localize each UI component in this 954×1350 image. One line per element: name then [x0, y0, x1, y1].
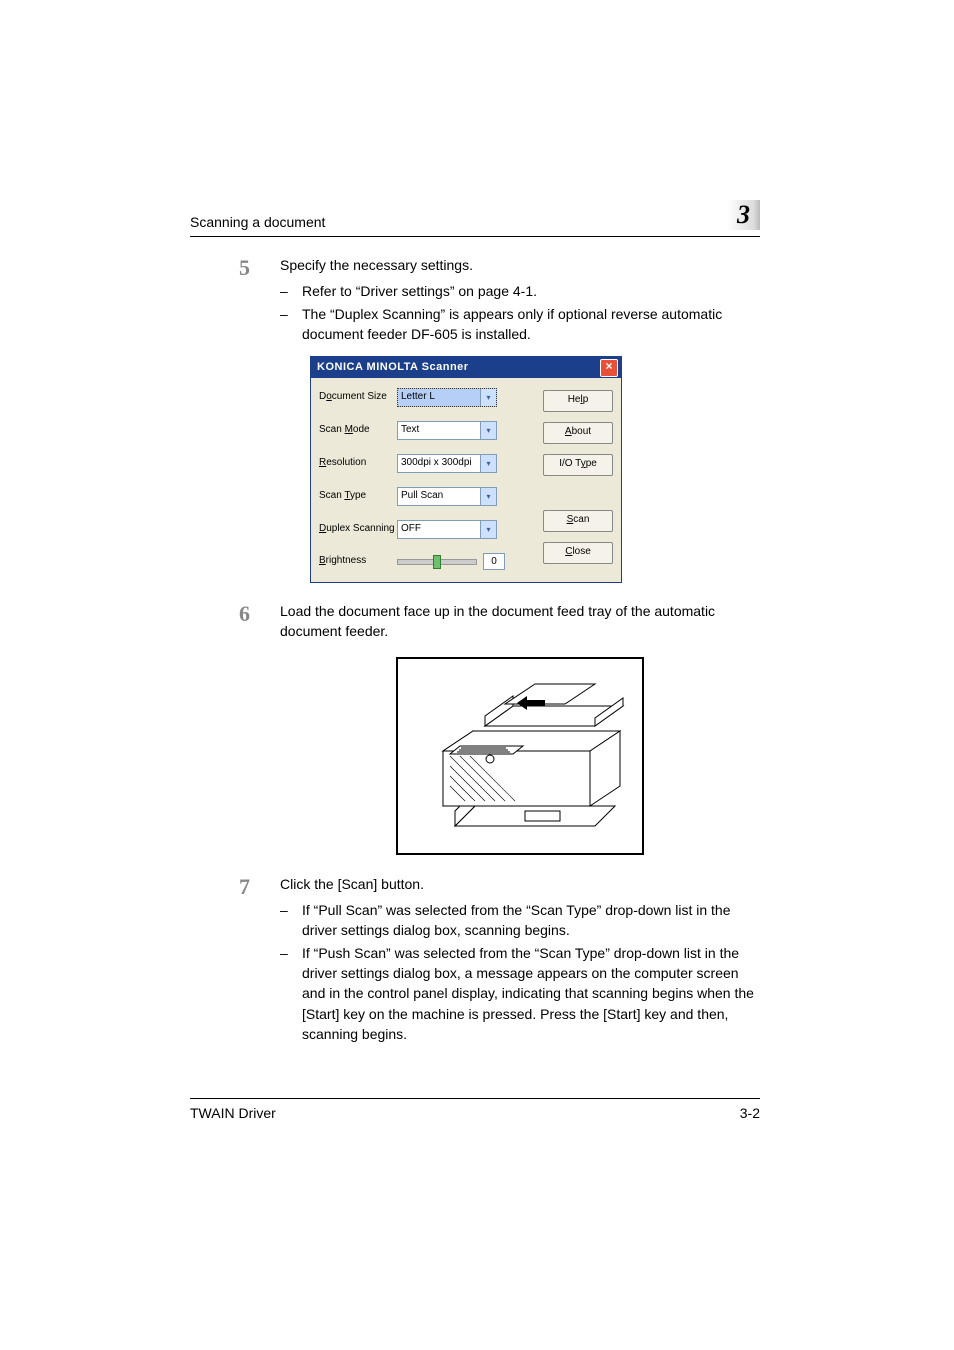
close-button[interactable]: Close — [543, 542, 613, 564]
chevron-down-icon: ▾ — [480, 422, 496, 439]
label-brightness: Brightness — [319, 554, 397, 569]
step7-bullet-2: If “Push Scan” was selected from the “Sc… — [302, 943, 760, 1044]
step6-lead: Load the document face up in the documen… — [280, 601, 760, 642]
label-scan-type: Scan Type — [319, 489, 397, 504]
footer-left: TWAIN Driver — [190, 1105, 276, 1121]
step-number-6: 6 — [190, 601, 280, 856]
chevron-down-icon: ▾ — [480, 488, 496, 505]
document-size-select[interactable]: Letter L ▾ — [397, 388, 497, 407]
step-number-7: 7 — [190, 874, 280, 1046]
duplex-scanning-select[interactable]: OFF ▾ — [397, 520, 497, 539]
label-resolution: Resolution — [319, 456, 397, 471]
step7-bullet-1: If “Pull Scan” was selected from the “Sc… — [302, 900, 760, 941]
close-icon[interactable]: × — [600, 359, 618, 377]
header-section: Scanning a document — [190, 214, 325, 230]
scan-type-select[interactable]: Pull Scan ▾ — [397, 487, 497, 506]
chevron-down-icon: ▾ — [480, 521, 496, 538]
help-button[interactable]: Help — [543, 390, 613, 412]
step5-lead: Specify the necessary settings. — [280, 255, 760, 275]
chevron-down-icon: ▾ — [480, 389, 496, 406]
step7-lead: Click the [Scan] button. — [280, 874, 760, 894]
scan-mode-select[interactable]: Text ▾ — [397, 421, 497, 440]
footer-right: 3-2 — [740, 1105, 760, 1121]
scanner-illustration — [395, 656, 645, 856]
dialog-titlebar: KONICA MINOLTA Scanner × — [311, 357, 621, 378]
resolution-select[interactable]: 300dpi x 300dpi ▾ — [397, 454, 497, 473]
step-number-5: 5 — [190, 255, 280, 583]
slider-thumb[interactable] — [433, 555, 441, 569]
chapter-number: 3 — [727, 200, 760, 230]
brightness-value[interactable]: 0 — [483, 553, 505, 570]
io-type-button[interactable]: I/O Type — [543, 454, 613, 476]
scanner-dialog: KONICA MINOLTA Scanner × Document Size L… — [310, 356, 622, 583]
scan-button[interactable]: Scan — [543, 510, 613, 532]
label-document-size: Document Size — [319, 390, 397, 405]
step5-bullet-2: The “Duplex Scanning” is appears only if… — [302, 304, 760, 345]
dialog-title: KONICA MINOLTA Scanner — [317, 360, 469, 376]
about-button[interactable]: About — [543, 422, 613, 444]
step5-bullet-1: Refer to “Driver settings” on page 4-1. — [302, 281, 760, 301]
brightness-slider[interactable] — [397, 559, 477, 565]
label-duplex-scanning: Duplex Scanning — [319, 522, 397, 537]
label-scan-mode: Scan Mode — [319, 423, 397, 438]
chevron-down-icon: ▾ — [480, 455, 496, 472]
